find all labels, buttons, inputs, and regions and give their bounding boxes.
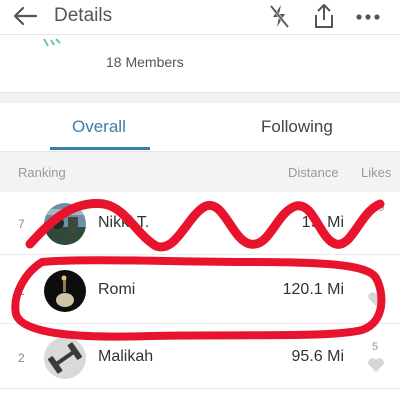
tab-overall[interactable]: Overall bbox=[72, 117, 126, 137]
club-logo-icon bbox=[43, 38, 61, 47]
table-row[interactable]: 7 Nikki T. 19. Mi 29 bbox=[0, 192, 400, 255]
rank-number: 2 bbox=[18, 351, 25, 365]
distance-value: 19. Mi bbox=[301, 214, 344, 231]
likes-count: 29 bbox=[372, 202, 385, 214]
night-photo-icon bbox=[44, 270, 86, 312]
app-bar: Details bbox=[0, 0, 400, 34]
distance-value: 120.1 Mi bbox=[282, 281, 344, 298]
club-info: 18 Members bbox=[0, 34, 400, 93]
more-horizontal-icon[interactable] bbox=[356, 13, 380, 21]
share-icon[interactable] bbox=[312, 2, 336, 30]
distance-header: Distance bbox=[288, 165, 339, 180]
athlete-name[interactable]: Malikah bbox=[98, 348, 153, 366]
table-row[interactable]: 1 Romi 120.1 Mi bbox=[0, 259, 400, 324]
landscape-photo-icon bbox=[44, 203, 86, 245]
ranking-header: Ranking bbox=[18, 165, 66, 180]
likes-header: Likes bbox=[361, 165, 392, 180]
heart-icon[interactable] bbox=[367, 291, 385, 307]
likes-count: 5 bbox=[372, 341, 379, 353]
distance-value: 95.6 Mi bbox=[291, 348, 344, 365]
arrow-left-icon[interactable] bbox=[12, 5, 38, 27]
rank-number: 1 bbox=[18, 284, 25, 298]
members-count: 18 Members bbox=[106, 54, 184, 70]
athlete-name[interactable]: Nikki T. bbox=[98, 214, 149, 232]
flash-off-icon[interactable] bbox=[266, 3, 292, 29]
avatar[interactable] bbox=[44, 270, 86, 312]
page-title: Details bbox=[54, 5, 113, 26]
heart-icon[interactable] bbox=[367, 357, 385, 373]
table-row[interactable]: 2 Malikah 95.6 Mi 5 bbox=[0, 326, 400, 389]
avatar[interactable] bbox=[44, 337, 86, 379]
table-header: Ranking Distance Likes bbox=[0, 151, 400, 193]
avatar[interactable] bbox=[44, 203, 86, 245]
athlete-name[interactable]: Romi bbox=[98, 281, 135, 299]
tab-following[interactable]: Following bbox=[261, 117, 333, 137]
active-tab-indicator bbox=[50, 147, 150, 150]
leaderboard-tabs: Overall Following bbox=[0, 103, 400, 151]
dumbbell-icon bbox=[44, 337, 86, 379]
rank-number: 7 bbox=[18, 217, 25, 231]
